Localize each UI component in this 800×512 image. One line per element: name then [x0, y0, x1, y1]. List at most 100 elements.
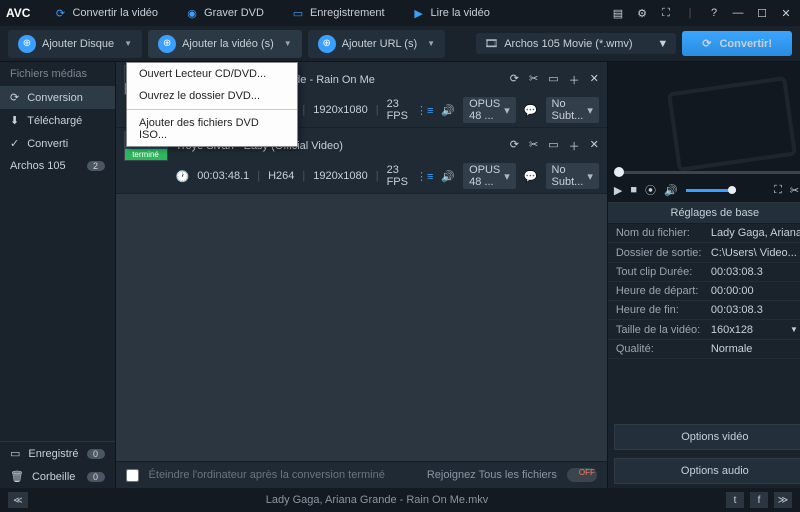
tab-label: Lire la vidéo [431, 7, 490, 19]
refresh-icon[interactable]: ⟳ [510, 138, 519, 154]
sidebar-item-device[interactable]: Archos 1052 [0, 155, 115, 177]
setting-row: Nom du fichier:Lady Gaga, Ariana Grande … [608, 224, 800, 243]
edit-icon[interactable]: ▭ [548, 138, 558, 154]
tab-convert[interactable]: ⟳Convertir la vidéo [40, 3, 172, 23]
subtitle-select[interactable]: No Subt...▾ [546, 97, 599, 123]
maximize-icon[interactable]: ☐ [754, 5, 770, 21]
add-video-dropdown: Ouvert Lecteur CD/DVD... Ouvrez le dossi… [126, 62, 298, 147]
sidebar-item-saved[interactable]: ▭Enregistré0 [0, 442, 115, 465]
divider: | [682, 5, 698, 21]
tab-play[interactable]: ▶ Lire la vidéo [399, 3, 504, 23]
setting-row: Tout clip Durée:00:03:08.3 [608, 263, 800, 282]
merge-label: Rejoignez Tous les fichiers [427, 469, 557, 481]
cut-icon[interactable]: ✂ [529, 138, 538, 154]
subtitle-icon: 💬 [524, 170, 538, 183]
download-icon: ⬇ [10, 114, 19, 127]
expand-right-icon[interactable]: ≫ [774, 492, 792, 508]
add-icon[interactable]: ＋ [569, 72, 580, 88]
cut-icon[interactable]: ✂ [790, 184, 799, 197]
record-icon: ▭ [292, 7, 304, 19]
output-profile-select[interactable]: 🎞Archos 105 Movie (*.wmv)▼ [476, 33, 676, 54]
seek-slider[interactable] [614, 171, 800, 174]
sidebar-item-converted[interactable]: ✓Converti [0, 132, 115, 155]
crop-icon[interactable]: ⛶ [774, 184, 782, 197]
tab-label: Convertir la vidéo [72, 7, 158, 19]
count-badge: 0 [87, 472, 105, 482]
fps: 23 FPS [387, 98, 408, 122]
chevron-down-icon: ▼ [124, 39, 132, 48]
resolution: 1920x1080 [313, 104, 367, 116]
audio-options-button[interactable]: Options audio [614, 458, 800, 484]
shutdown-checkbox[interactable] [126, 469, 139, 482]
btn-label: Ajouter Disque [42, 38, 114, 50]
main-footer: Éteindre l'ordinateur après la conversio… [116, 461, 607, 488]
refresh-icon[interactable]: ⟳ [510, 72, 519, 88]
volume-slider[interactable] [686, 189, 736, 192]
sidebar: Fichiers médias ⟳Conversion ⬇Téléchargé … [0, 62, 116, 488]
main-tabs: ⟳Convertir la vidéo ◉Graver DVD ▭Enregis… [40, 3, 610, 23]
cut-icon[interactable]: ✂ [529, 72, 538, 88]
collapse-left-icon[interactable]: ≪ [8, 492, 28, 508]
preview-area: ▶ ■ ⦿ 🔊 ⛶ ✂ ⤢ [608, 62, 800, 202]
resolution: 1920x1080 [313, 170, 367, 182]
sidebar-item-downloaded[interactable]: ⬇Téléchargé [0, 109, 115, 132]
close-icon[interactable]: ✕ [590, 72, 599, 88]
globe-plus-icon: ⊕ [318, 35, 336, 53]
lang-icon[interactable]: ⛶ [658, 5, 674, 21]
profile-label: Archos 105 Movie (*.wmv) [504, 38, 651, 50]
convert-button[interactable]: ⟳Convertir! [682, 31, 792, 56]
dropdown-item-add-iso[interactable]: Ajouter des fichiers DVD ISO... [127, 112, 297, 146]
stop-button[interactable]: ■ [630, 184, 637, 196]
add-url-button[interactable]: ⊕Ajouter URL (s)▼ [308, 30, 445, 58]
play-button[interactable]: ▶ [614, 184, 622, 197]
setting-row[interactable]: Qualité:Normale▼ [608, 340, 800, 359]
film-icon: 🎞 [484, 37, 498, 50]
sidebar-item-conversion[interactable]: ⟳Conversion [0, 86, 115, 109]
add-disc-button[interactable]: ⊕Ajouter Disque▼ [8, 30, 142, 58]
chevron-down-icon: ▼ [427, 39, 435, 48]
codec: H264 [268, 170, 294, 182]
status-bar: ≪ Lady Gaga, Ariana Grande - Rain On Me.… [0, 488, 800, 512]
merge-toggle[interactable] [567, 468, 597, 482]
close-icon[interactable]: ✕ [778, 5, 794, 21]
help-icon[interactable]: ? [706, 5, 722, 21]
snapshot-button[interactable]: ⦿ [645, 182, 656, 198]
chevron-down-icon: ▼ [790, 325, 798, 334]
btn-label: Ajouter la vidéo (s) [182, 38, 274, 50]
list-icon[interactable]: ▤ [610, 5, 626, 21]
twitter-icon[interactable]: t [726, 492, 744, 508]
tab-label: Graver DVD [204, 7, 264, 19]
count-badge: 0 [87, 449, 105, 459]
facebook-icon[interactable]: f [750, 492, 768, 508]
tab-burn[interactable]: ◉Graver DVD [172, 3, 278, 23]
audio-select[interactable]: OPUS 48 ...▾ [463, 97, 516, 123]
save-icon: ▭ [10, 447, 20, 460]
setting-row: Heure de fin:00:03:08.3 [608, 301, 800, 320]
dropdown-separator [127, 109, 297, 110]
video-plus-icon: ⊕ [158, 35, 176, 53]
duration: 00:03:48.1 [197, 170, 249, 182]
add-icon[interactable]: ＋ [569, 138, 580, 154]
dropdown-item-open-cddvd[interactable]: Ouvert Lecteur CD/DVD... [127, 63, 297, 85]
sidebar-item-trash[interactable]: 🗑Corbeille0 [0, 465, 115, 488]
minimize-icon[interactable]: — [730, 5, 746, 21]
audio-select[interactable]: OPUS 48 ...▾ [463, 163, 516, 189]
clock-icon: 🕐 [176, 170, 190, 183]
play-icon: ▶ [413, 7, 425, 19]
right-panel: ▶ ■ ⦿ 🔊 ⛶ ✂ ⤢ Réglages de base Nom du fi… [607, 62, 800, 488]
setting-row[interactable]: Taille de la vidéo:160x128▼⚙ [608, 320, 800, 340]
dropdown-item-open-dvd-folder[interactable]: Ouvrez le dossier DVD... [127, 85, 297, 107]
video-options-button[interactable]: Options vidéo [614, 424, 800, 450]
gear-icon[interactable]: ⚙ [634, 5, 650, 21]
subtitle-select[interactable]: No Subt...▾ [546, 163, 599, 189]
sidebar-label: Converti [27, 138, 68, 150]
social-buttons: t f ≫ [726, 492, 792, 508]
trash-icon: 🗑 [10, 470, 24, 483]
tab-record[interactable]: ▭Enregistrement [278, 3, 399, 23]
edit-icon[interactable]: ▭ [548, 72, 558, 88]
volume-icon: 🔊 [441, 104, 455, 117]
film-reel-icon [667, 76, 797, 172]
mute-button[interactable]: 🔊 [664, 184, 678, 197]
add-video-button[interactable]: ⊕Ajouter la vidéo (s)▼ [148, 30, 302, 58]
close-icon[interactable]: ✕ [590, 138, 599, 154]
